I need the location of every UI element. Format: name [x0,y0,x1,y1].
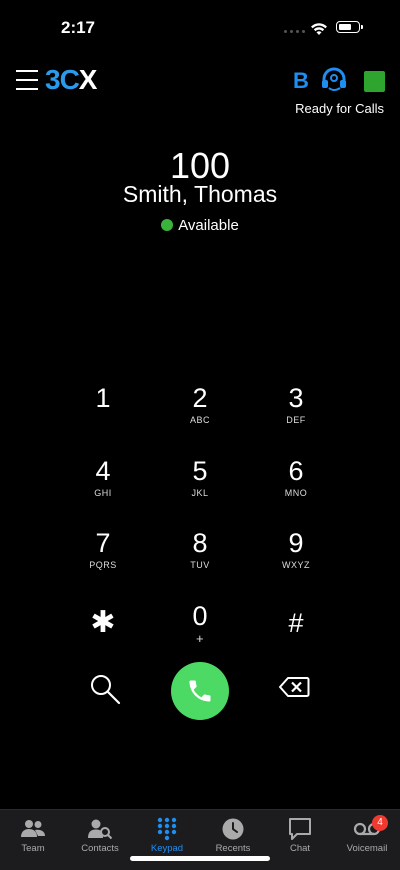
chat-icon [289,818,311,840]
key-star[interactable]: ✱ [58,608,148,668]
key-8[interactable]: 8 TUV [155,528,245,588]
app-logo: 3CX [45,64,97,95]
key-1[interactable]: 1 [58,383,148,443]
home-indicator [130,856,270,861]
tab-contacts[interactable]: Contacts [65,816,135,854]
recents-icon [222,818,244,840]
key-2[interactable]: 2 ABC [155,383,245,443]
presence-status[interactable]: Available [0,217,400,234]
tab-voicemail[interactable]: 4 Voicemail [332,815,400,854]
contacts-icon [88,819,113,840]
tab-team[interactable]: Team [0,816,68,854]
key-9[interactable]: 9 WXYZ [251,528,341,588]
cellular-signal-icon [284,30,305,33]
b-badge[interactable]: B [293,68,309,94]
battery-icon [336,21,363,33]
team-icon [21,820,45,837]
user-name: Smith, Thomas [122,181,278,207]
tab-keypad[interactable]: Keypad [132,816,202,854]
key-5[interactable]: 5 JKL [155,456,245,516]
status-indicator[interactable] [364,71,385,92]
key-3[interactable]: 3 DEF [251,383,341,443]
wifi-icon [311,23,327,35]
status-text: Ready for Calls [295,101,384,116]
key-hash[interactable]: # [251,608,341,668]
voicemail-badge: 4 [372,815,388,831]
call-button[interactable] [171,662,229,720]
tab-recents[interactable]: Recents [198,816,268,854]
tab-chat[interactable]: Chat [265,816,335,854]
search-icon[interactable] [88,672,122,706]
presence-dot [161,219,174,231]
menu-button[interactable] [16,70,38,92]
phone-icon [189,680,211,702]
key-7[interactable]: 7 PQRS [58,528,148,588]
key-4[interactable]: 4 GHI [58,456,148,516]
key-0[interactable]: 0 + [155,601,245,661]
backspace-icon[interactable] [278,676,310,698]
keypad-icon [157,817,177,841]
key-6[interactable]: 6 MNO [251,456,341,516]
headset-icon[interactable] [320,66,348,92]
status-time: 2:17 [60,18,96,37]
